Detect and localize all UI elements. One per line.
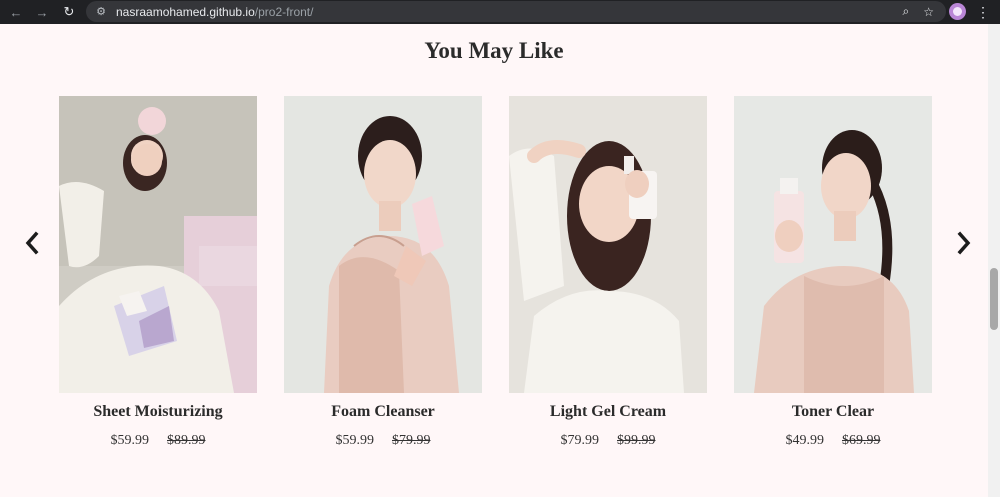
product-name[interactable]: Foam Cleanser (284, 403, 482, 421)
scrollbar[interactable] (988, 24, 1000, 497)
product-card[interactable]: Foam Cleanser $59.99 $79.99 (284, 96, 482, 449)
chevron-right-icon[interactable] (952, 228, 976, 258)
url-text[interactable]: nasraamohamed.github.io/pro2-front/ (116, 5, 313, 19)
product-image[interactable] (734, 96, 932, 393)
reload-icon[interactable]: ↻ (56, 0, 82, 24)
product-old-price: $99.99 (617, 433, 656, 448)
product-name[interactable]: Light Gel Cream (509, 403, 707, 421)
product-image[interactable] (59, 96, 257, 393)
url-host: nasraamohamed.github.io (116, 4, 255, 19)
page-content: You May Like Sheet Moisturizing $59.99 $… (0, 24, 988, 497)
address-bar[interactable]: ⚙ nasraamohamed.github.io/pro2-front/ ⌕ … (86, 1, 946, 22)
product-card[interactable]: Light Gel Cream $79.99 $99.99 (509, 96, 707, 449)
product-old-price: $89.99 (167, 433, 206, 448)
product-card[interactable]: Toner Clear $49.99 $69.99 (734, 96, 932, 449)
product-price: $59.99 (110, 433, 150, 448)
product-prices: $79.99 $99.99 (509, 433, 707, 449)
chevron-left-icon[interactable] (20, 228, 44, 258)
back-arrow-icon[interactable]: ← (3, 0, 29, 24)
zoom-icon[interactable]: ⌕ (903, 4, 910, 19)
product-price: $79.99 (560, 433, 600, 448)
product-prices: $59.99 $79.99 (284, 433, 482, 449)
product-prices: $59.99 $89.99 (59, 433, 257, 449)
star-icon[interactable]: ☆ (923, 5, 934, 19)
product-prices: $49.99 $69.99 (734, 433, 932, 449)
product-image[interactable] (509, 96, 707, 393)
forward-arrow-icon[interactable]: → (29, 0, 55, 24)
section-title: You May Like (424, 38, 564, 63)
url-path: /pro2-front/ (254, 4, 314, 19)
browser-toolbar: ← → ↻ ⚙ nasraamohamed.github.io/pro2-fro… (0, 0, 1000, 24)
product-card[interactable]: Sheet Moisturizing $59.99 $89.99 (59, 96, 257, 449)
product-image[interactable] (284, 96, 482, 393)
product-name[interactable]: Sheet Moisturizing (59, 403, 257, 421)
product-price: $49.99 (785, 433, 825, 448)
profile-avatar[interactable] (949, 3, 966, 20)
product-name[interactable]: Toner Clear (734, 403, 932, 421)
product-old-price: $79.99 (392, 433, 431, 448)
product-old-price: $69.99 (842, 433, 881, 448)
scrollbar-thumb[interactable] (990, 268, 998, 330)
product-price: $59.99 (335, 433, 375, 448)
kebab-menu-icon[interactable]: ⋮ (975, 0, 991, 24)
tune-icon[interactable]: ⚙ (94, 5, 108, 19)
